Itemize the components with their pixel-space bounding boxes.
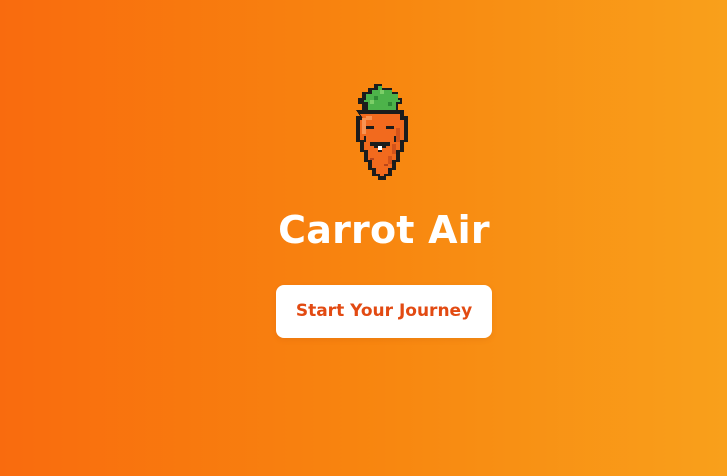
- app-title: Carrot Air: [278, 208, 490, 252]
- landing-screen: Carrot Air Start Your Journey: [0, 0, 727, 476]
- carrot-mascot-icon: [348, 78, 412, 184]
- start-journey-button[interactable]: Start Your Journey: [276, 285, 492, 338]
